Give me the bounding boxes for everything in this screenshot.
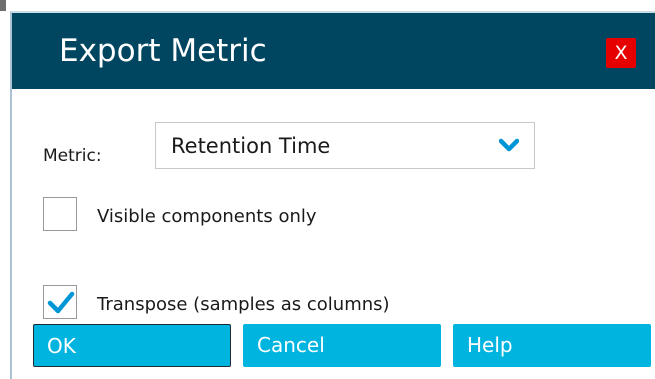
dialog-title: Export Metric	[59, 33, 267, 69]
transpose-label: Transpose (samples as columns)	[97, 294, 390, 315]
transpose-checkbox[interactable]	[43, 285, 77, 319]
chevron-down-icon	[499, 138, 519, 152]
dialog-titlebar[interactable]: Export Metric X	[12, 13, 655, 89]
metric-label: Metric:	[43, 146, 102, 166]
checkmark-icon	[47, 291, 75, 314]
page: Export Metric X Metric: Retention Time V…	[0, 0, 655, 379]
export-metric-dialog: Export Metric X Metric: Retention Time V…	[10, 11, 655, 379]
metric-select-value: Retention Time	[171, 134, 331, 158]
visible-components-checkbox[interactable]	[43, 197, 77, 231]
cancel-button[interactable]: Cancel	[243, 324, 441, 367]
close-button[interactable]: X	[606, 38, 636, 68]
help-button[interactable]: Help	[453, 324, 651, 367]
visible-components-label: Visible components only	[97, 206, 317, 227]
metric-select[interactable]: Retention Time	[155, 122, 535, 169]
window-corner-fragment	[0, 0, 6, 11]
ok-button[interactable]: OK	[33, 324, 231, 367]
